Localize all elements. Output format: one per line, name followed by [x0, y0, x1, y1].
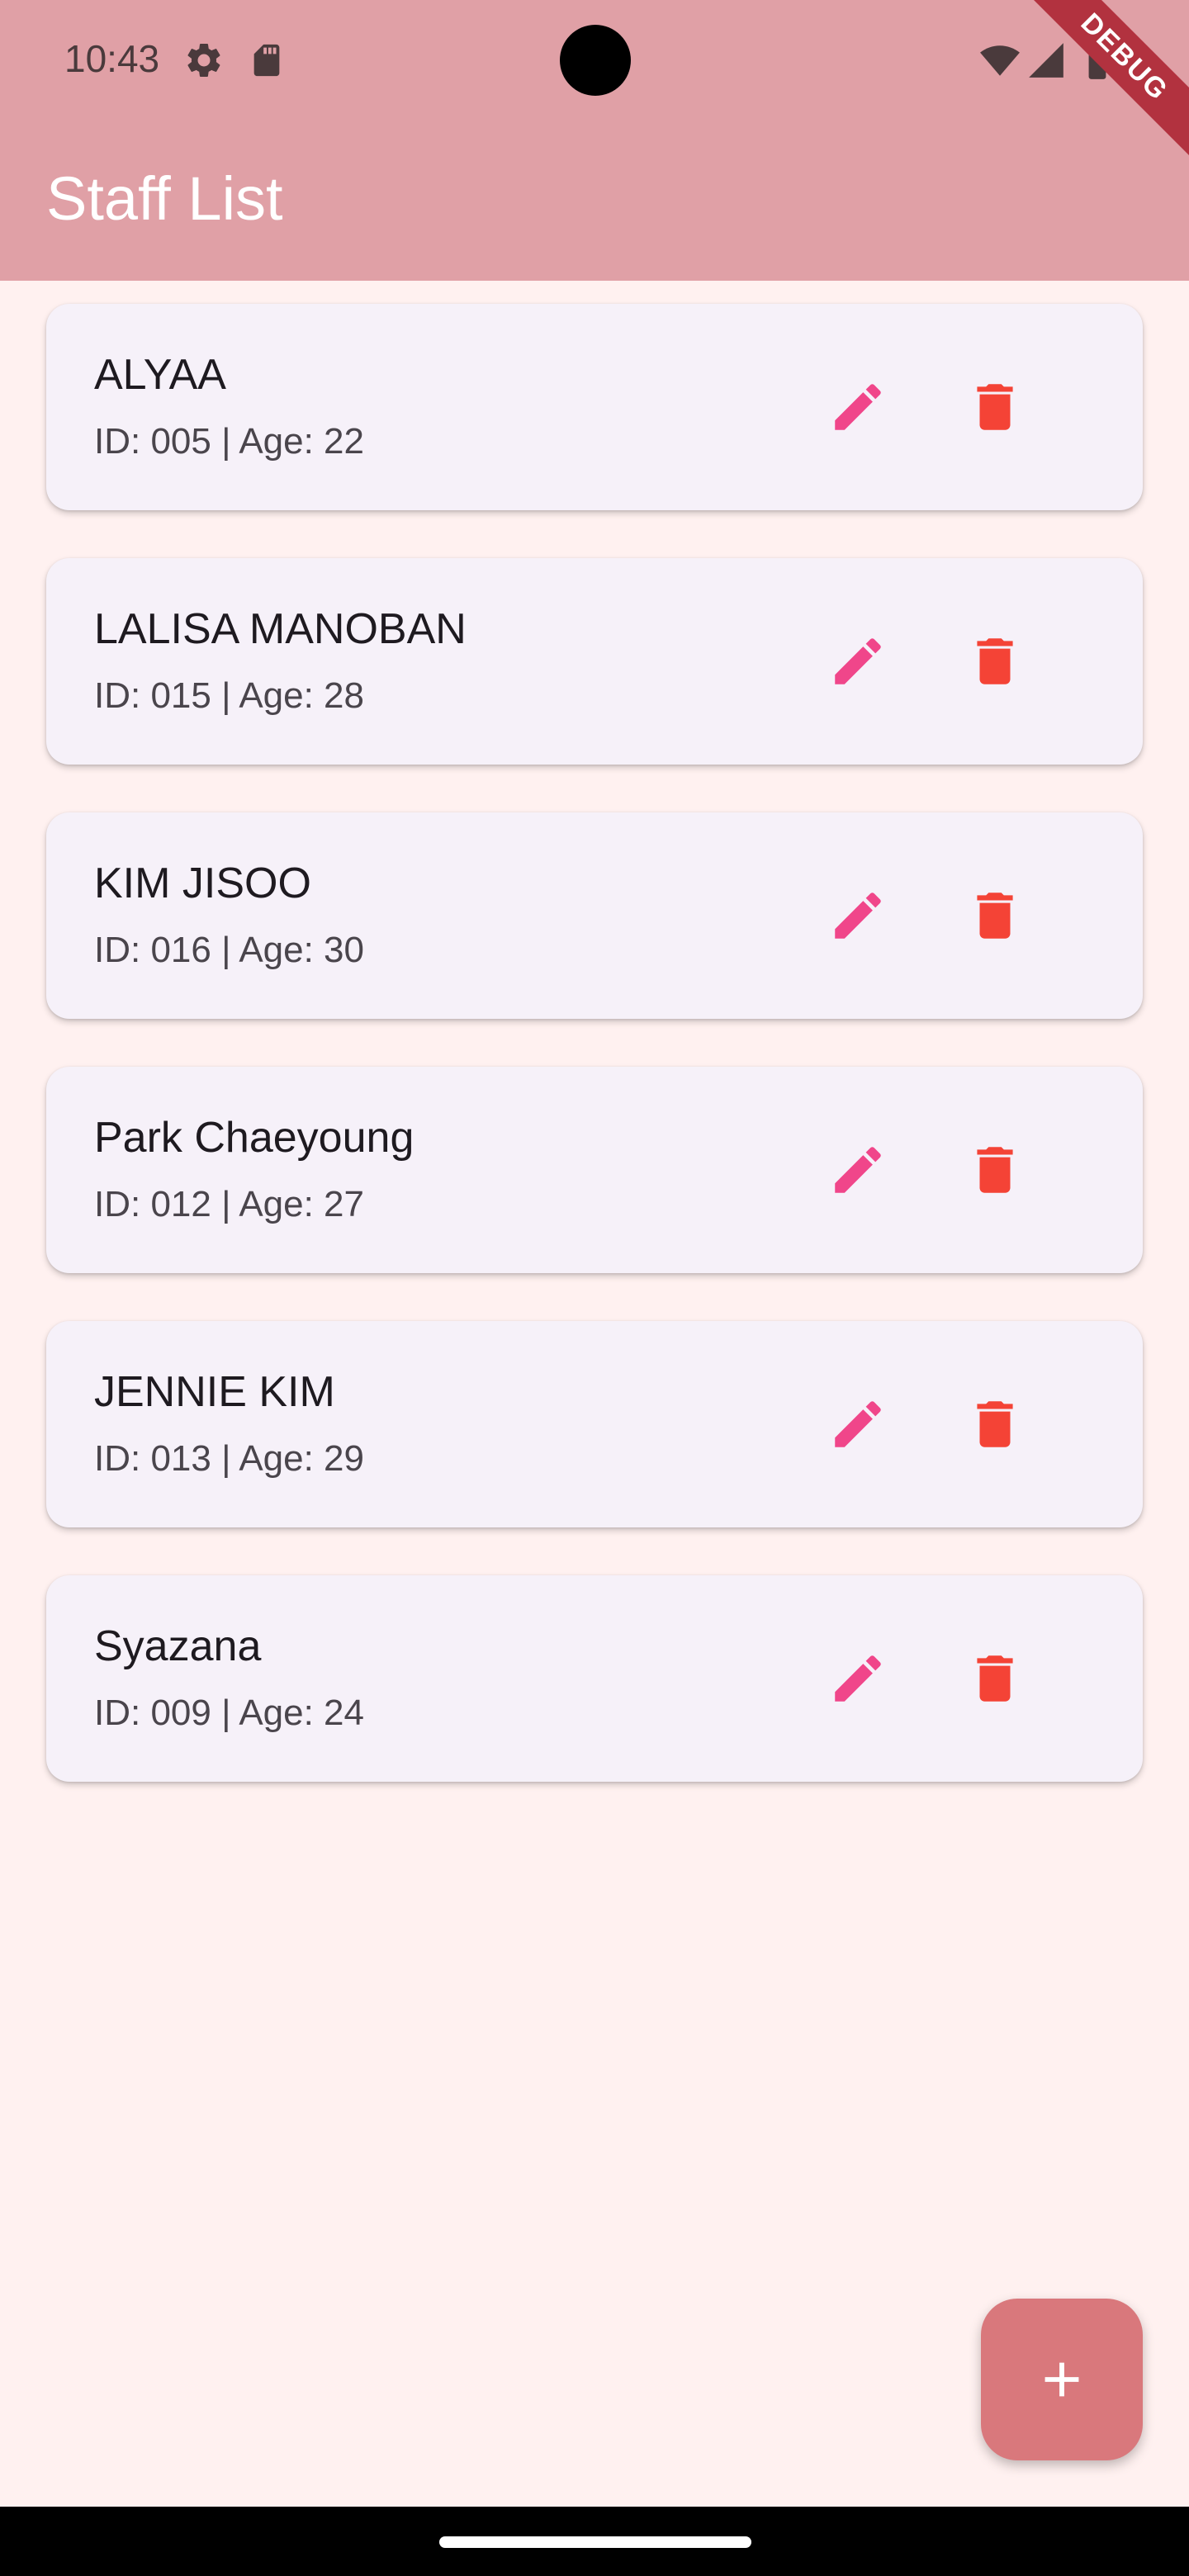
trash-icon — [977, 638, 1013, 684]
staff-name: LALISA MANOBAN — [94, 605, 467, 653]
signal-icon — [1026, 40, 1067, 85]
header: 10:43 DEBUG Staff List — [0, 0, 1189, 281]
delete-button[interactable] — [958, 1133, 1032, 1207]
edit-button[interactable] — [821, 1133, 895, 1207]
staff-id-age: ID: 005 | Age: 22 — [94, 421, 364, 462]
navigation-bar — [0, 2507, 1189, 2576]
staff-card[interactable]: Syazana ID: 009 | Age: 24 — [46, 1575, 1143, 1782]
edit-button[interactable] — [821, 878, 895, 953]
staff-name: Syazana — [94, 1622, 262, 1670]
wifi-icon — [978, 40, 1022, 85]
staff-name: ALYAA — [94, 351, 226, 399]
staff-card[interactable]: ALYAA ID: 005 | Age: 22 — [46, 304, 1143, 510]
gear-icon — [183, 40, 225, 85]
staff-name: JENNIE KIM — [94, 1368, 335, 1416]
pencil-icon — [835, 1655, 881, 1702]
delete-button[interactable] — [958, 370, 1032, 444]
pencil-icon — [835, 893, 881, 939]
status-time: 10:43 — [64, 37, 160, 80]
staff-id-age: ID: 015 | Age: 28 — [94, 675, 364, 716]
pencil-icon — [835, 384, 881, 430]
delete-button[interactable] — [958, 1387, 1032, 1461]
edit-button[interactable] — [821, 624, 895, 698]
staff-id-age: ID: 013 | Age: 29 — [94, 1438, 364, 1479]
trash-icon — [977, 1655, 1013, 1702]
edit-button[interactable] — [821, 370, 895, 444]
staff-id-age: ID: 009 | Age: 24 — [94, 1693, 364, 1733]
staff-name: Park Chaeyoung — [94, 1114, 414, 1162]
sd-card-icon — [248, 40, 286, 85]
delete-button[interactable] — [958, 878, 1032, 953]
status-bar: 10:43 DEBUG — [0, 0, 1189, 173]
debug-banner: DEBUG — [1008, 0, 1189, 173]
edit-button[interactable] — [821, 1641, 895, 1716]
pencil-icon — [835, 1401, 881, 1447]
staff-card[interactable]: JENNIE KIM ID: 013 | Age: 29 — [46, 1321, 1143, 1527]
edit-button[interactable] — [821, 1387, 895, 1461]
pencil-icon — [835, 1147, 881, 1193]
staff-card[interactable]: Park Chaeyoung ID: 012 | Age: 27 — [46, 1067, 1143, 1273]
trash-icon — [977, 893, 1013, 939]
delete-button[interactable] — [958, 624, 1032, 698]
plus-icon — [1045, 2362, 1079, 2397]
add-staff-button[interactable] — [981, 2299, 1143, 2460]
staff-list: ALYAA ID: 005 | Age: 22 LALISA MANOBAN I… — [46, 304, 1143, 1830]
trash-icon — [977, 1147, 1013, 1193]
page-title: Staff List — [46, 164, 283, 233]
staff-name: KIM JISOO — [94, 859, 311, 907]
staff-id-age: ID: 012 | Age: 27 — [94, 1184, 364, 1224]
staff-list-screen: 10:43 DEBUG Staff List ALYAA ID: 005 | A… — [0, 0, 1189, 2576]
pencil-icon — [835, 638, 881, 684]
camera-cutout — [560, 25, 631, 96]
delete-button[interactable] — [958, 1641, 1032, 1716]
staff-card[interactable]: LALISA MANOBAN ID: 015 | Age: 28 — [46, 558, 1143, 765]
trash-icon — [977, 1401, 1013, 1447]
home-gesture-handle[interactable] — [439, 2536, 751, 2548]
staff-card[interactable]: KIM JISOO ID: 016 | Age: 30 — [46, 812, 1143, 1019]
trash-icon — [977, 384, 1013, 430]
staff-id-age: ID: 016 | Age: 30 — [94, 930, 364, 970]
